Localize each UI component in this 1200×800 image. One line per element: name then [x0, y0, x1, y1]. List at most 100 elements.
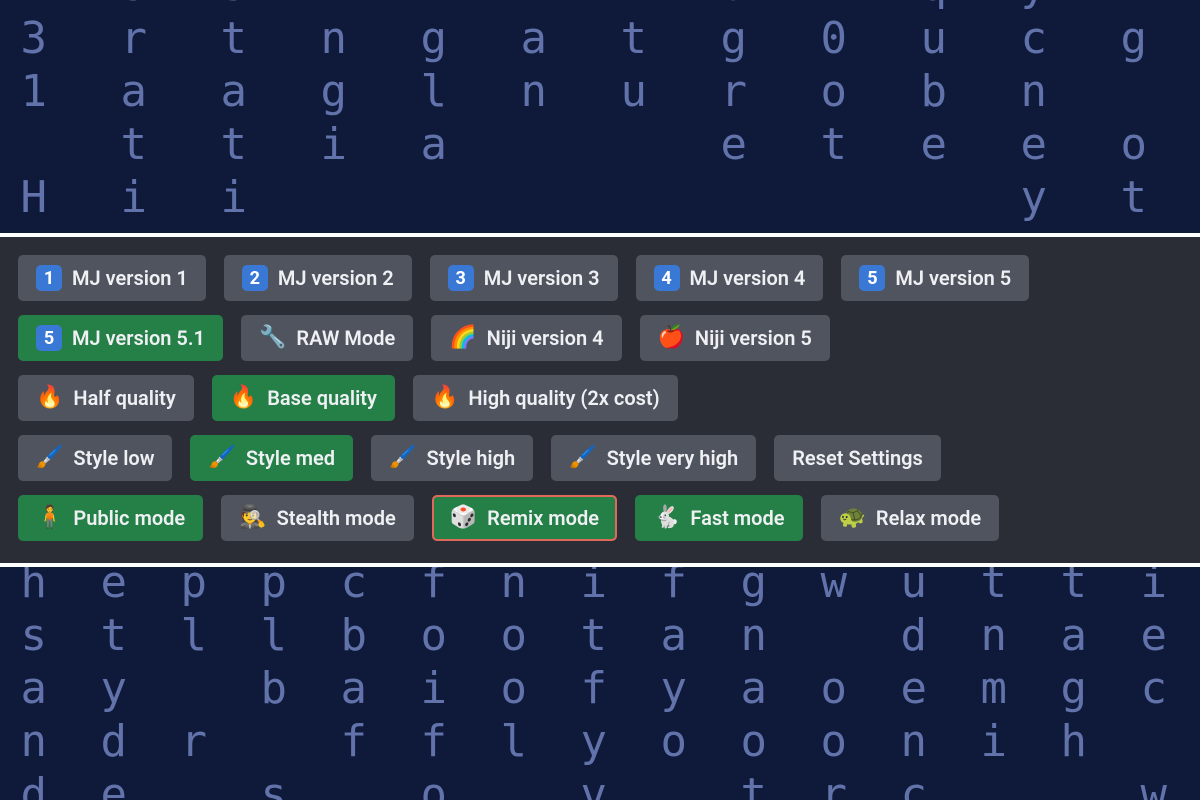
bg-text-column: ingi — [310, 0, 356, 172]
mj-version-5-button[interactable]: 5 MJ version 5 — [841, 255, 1029, 301]
remix-mode-button[interactable]: 🎲 Remix mode — [432, 495, 617, 541]
button-label: MJ version 4 — [690, 266, 806, 290]
fire-icon: 🔥 — [431, 387, 458, 409]
rabbit-icon: 🐇 — [653, 507, 680, 529]
style-low-button[interactable]: 🖌️ Style low — [18, 435, 172, 481]
bg-text-column: igla — [410, 0, 456, 172]
brush-icon: 🖌️ — [389, 447, 416, 469]
button-label: RAW Mode — [296, 326, 395, 350]
wrench-icon: 🔧 — [259, 327, 286, 349]
decorative-code-background-top: 131 H srati stati ingi igla ran ntu fgre 20ot qub… — [0, 0, 1200, 233]
turtle-icon: 🐢 — [839, 507, 866, 529]
button-label: Style low — [73, 446, 154, 470]
bg-text-column: nool b — [490, 567, 536, 800]
person-icon: 🧍 — [36, 507, 63, 529]
brush-icon: 🖌️ — [569, 447, 596, 469]
button-label: MJ version 5.1 — [72, 326, 205, 350]
rainbow-icon: 🌈 — [449, 327, 476, 349]
bg-text-column: 131 H — [10, 0, 56, 225]
reset-settings-button[interactable]: Reset Settings — [774, 435, 941, 481]
high-quality-2x-cost-button[interactable]: 🔥 High quality (2x cost) — [413, 375, 678, 421]
number-badge-icon: 5 — [859, 265, 885, 291]
bg-text-column: itfyv — [570, 567, 616, 800]
mj-version-1-button[interactable]: 1 MJ version 1 — [18, 255, 206, 301]
bg-text-column: plb si — [250, 567, 296, 800]
style-med-button[interactable]: 🖌️ Style med — [190, 435, 353, 481]
number-badge-icon: 2 — [242, 265, 268, 291]
style-high-button[interactable]: 🖌️ Style high — [371, 435, 533, 481]
mj-version-3-button[interactable]: 3 MJ version 3 — [430, 255, 618, 301]
button-label: Niji version 4 — [487, 326, 604, 350]
niji-version-4-button[interactable]: 🌈 Niji version 4 — [431, 315, 621, 361]
fast-mode-button[interactable]: 🐇 Fast mode — [635, 495, 803, 541]
bg-text-column: etydee — [90, 567, 136, 800]
bg-text-column: 20ot — [810, 0, 856, 172]
row-versions: 1 MJ version 1 2 MJ version 2 3 MJ version 3 4… — [18, 255, 1182, 301]
bg-text-column: foifo — [410, 567, 456, 800]
bg-text-column: ng ot — [1110, 0, 1156, 225]
button-label: Relax mode — [876, 506, 981, 530]
number-badge-icon: 3 — [448, 265, 474, 291]
bg-text-column: ntu — [610, 0, 656, 119]
fire-icon: 🔥 — [36, 387, 63, 409]
number-badge-icon: 4 — [654, 265, 680, 291]
number-badge-icon: 5 — [36, 325, 62, 351]
row-style: 🖌️ Style low 🖌️ Style med 🖌️ Style high 🖌️ Styl… — [18, 435, 1182, 481]
row-modes: 🧍 Public mode 🕵️ Stealth mode 🎲 Remix mode 🐇 Fa… — [18, 495, 1182, 541]
button-label: MJ version 2 — [278, 266, 394, 290]
detective-icon: 🕵️ — [239, 507, 266, 529]
apple-icon: 🍎 — [658, 327, 685, 349]
button-label: Reset Settings — [792, 446, 923, 470]
mj-version-2-button[interactable]: 2 MJ version 2 — [224, 255, 412, 301]
bg-text-column: tagh, — [1050, 567, 1096, 800]
public-mode-button[interactable]: 🧍 Public mode — [18, 495, 203, 541]
base-quality-button[interactable]: 🔥 Base quality — [212, 375, 395, 421]
style-very-high-button[interactable]: 🖌️ Style very high — [551, 435, 756, 481]
raw-mode-button[interactable]: 🔧 RAW Mode — [241, 315, 413, 361]
button-label: Half quality — [73, 386, 175, 410]
row-quality: 🔥 Half quality 🔥 Base quality 🔥 High quality … — [18, 375, 1182, 421]
bg-text-column: tnmi, — [970, 567, 1016, 800]
bg-text-column: fgre — [710, 0, 756, 172]
bg-text-column: pl r — [170, 567, 216, 769]
button-label: MJ version 1 — [72, 266, 188, 290]
bg-text-column: w oora — [810, 567, 856, 800]
button-label: Base quality — [267, 386, 377, 410]
button-label: Stealth mode — [277, 506, 396, 530]
button-label: MJ version 5 — [895, 266, 1011, 290]
fire-icon: 🔥 — [230, 387, 257, 409]
bg-text-column: ycney — [1010, 0, 1056, 225]
bg-text-column: gnaot — [730, 567, 776, 800]
niji-version-5-button[interactable]: 🍎 Niji version 5 — [640, 315, 830, 361]
half-quality-button[interactable]: 🔥 Half quality — [18, 375, 194, 421]
dice-icon: 🎲 — [450, 507, 477, 529]
bg-text-column: srati — [110, 0, 156, 225]
bg-text-column: hsandi — [10, 567, 56, 800]
relax-mode-button[interactable]: 🐢 Relax mode — [821, 495, 1000, 541]
button-label: Public mode — [73, 506, 185, 530]
bg-text-column: udence — [890, 567, 936, 800]
bg-text-column: iec wt — [1130, 567, 1176, 800]
button-label: Remix mode — [487, 506, 599, 530]
bg-text-column: stati — [210, 0, 256, 225]
button-label: Style med — [246, 446, 335, 470]
button-label: Style very high — [607, 446, 739, 470]
stealth-mode-button[interactable]: 🕵️ Stealth mode — [221, 495, 414, 541]
button-label: MJ version 3 — [484, 266, 600, 290]
bg-text-column: cbaf o — [330, 567, 376, 800]
mj-version-4-button[interactable]: 4 MJ version 4 — [636, 255, 824, 301]
row-versions-extra: 5 MJ version 5.1 🔧 RAW Mode 🌈 Niji version 4 🍎… — [18, 315, 1182, 361]
brush-icon: 🖌️ — [208, 447, 235, 469]
button-label: Niji version 5 — [695, 326, 812, 350]
bg-text-column: qube — [910, 0, 956, 172]
settings-panel: 1 MJ version 1 2 MJ version 2 3 MJ version 3 4… — [0, 237, 1200, 563]
bg-text-column: fayo — [650, 567, 696, 769]
button-label: High quality (2x cost) — [468, 386, 659, 410]
bg-text-column: ran — [510, 0, 556, 119]
button-label: Style high — [426, 446, 515, 470]
mj-version-5-1-button[interactable]: 5 MJ version 5.1 — [18, 315, 223, 361]
number-badge-icon: 1 — [36, 265, 62, 291]
button-label: Fast mode — [690, 506, 784, 530]
brush-icon: 🖌️ — [36, 447, 63, 469]
decorative-code-background-bottom: hsandi etydee pl r plb si cbaf o foifo nool b i… — [0, 567, 1200, 800]
